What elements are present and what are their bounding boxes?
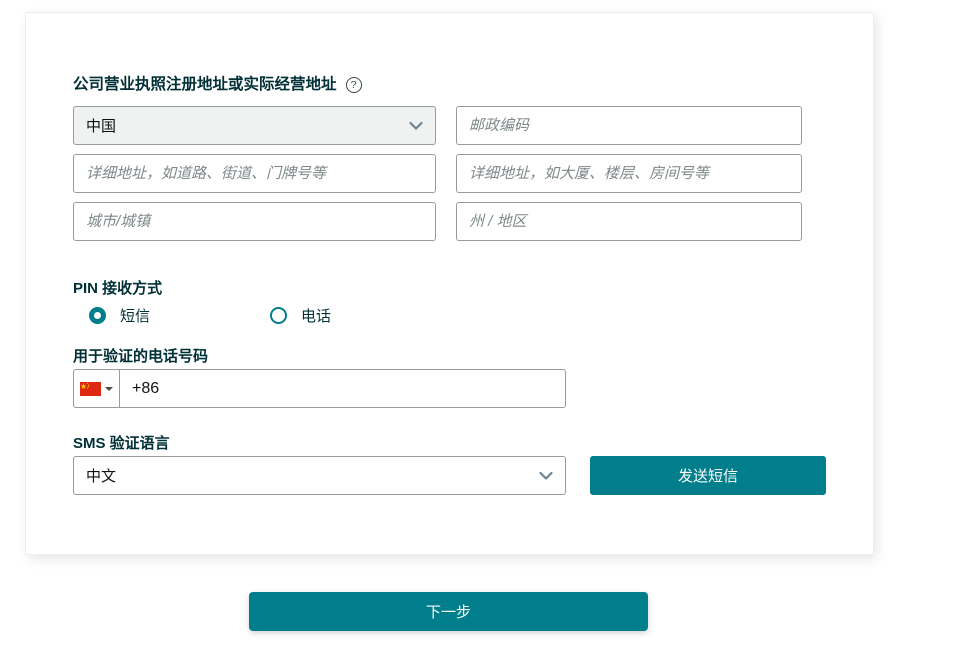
address-line2-input[interactable]: [456, 154, 802, 193]
chevron-down-icon: [539, 467, 553, 484]
sms-language-label: SMS 验证语言: [73, 435, 826, 452]
address-line1-input[interactable]: [73, 154, 436, 193]
caret-down-icon: [105, 387, 113, 391]
radio-selected-icon[interactable]: [89, 307, 106, 324]
radio-option-sms-label: 短信: [120, 305, 150, 326]
postal-code-input[interactable]: [456, 106, 802, 145]
radio-option-sms[interactable]: 短信: [89, 305, 150, 326]
phone-number-label: 用于验证的电话号码: [73, 348, 826, 365]
phone-number-input[interactable]: [120, 370, 565, 407]
phone-number-field: [73, 369, 566, 408]
country-select[interactable]: 中国: [73, 106, 436, 145]
radio-unselected-icon[interactable]: [270, 307, 287, 324]
next-step-button[interactable]: 下一步: [249, 592, 648, 631]
chevron-down-icon: [409, 117, 423, 134]
section-title-text: 公司营业执照注册地址或实际经营地址: [73, 76, 337, 94]
address-form-card: 公司营业执照注册地址或实际经营地址 ? 中国 PIN 接收方式 短信: [25, 12, 874, 555]
country-select-value: 中国: [86, 115, 116, 136]
flag-china-icon: [80, 382, 101, 396]
section-title: 公司营业执照注册地址或实际经营地址 ?: [73, 76, 826, 94]
country-flag-selector[interactable]: [74, 370, 120, 407]
registration-page: 公司营业执照注册地址或实际经营地址 ? 中国 PIN 接收方式 短信: [0, 0, 962, 646]
pin-method-label: PIN 接收方式: [73, 280, 826, 297]
help-question-icon[interactable]: ?: [346, 77, 362, 93]
pin-method-options: 短信 电话: [73, 307, 826, 324]
radio-option-phone-label: 电话: [301, 305, 331, 326]
address-fields-grid: 中国: [73, 106, 826, 241]
state-region-input[interactable]: [456, 202, 802, 241]
sms-language-row: 中文 发送短信: [73, 456, 826, 495]
send-sms-button[interactable]: 发送短信: [590, 456, 826, 495]
city-input[interactable]: [73, 202, 436, 241]
sms-language-select-value: 中文: [86, 465, 116, 486]
radio-option-phone[interactable]: 电话: [270, 305, 331, 326]
sms-language-select[interactable]: 中文: [73, 456, 566, 495]
